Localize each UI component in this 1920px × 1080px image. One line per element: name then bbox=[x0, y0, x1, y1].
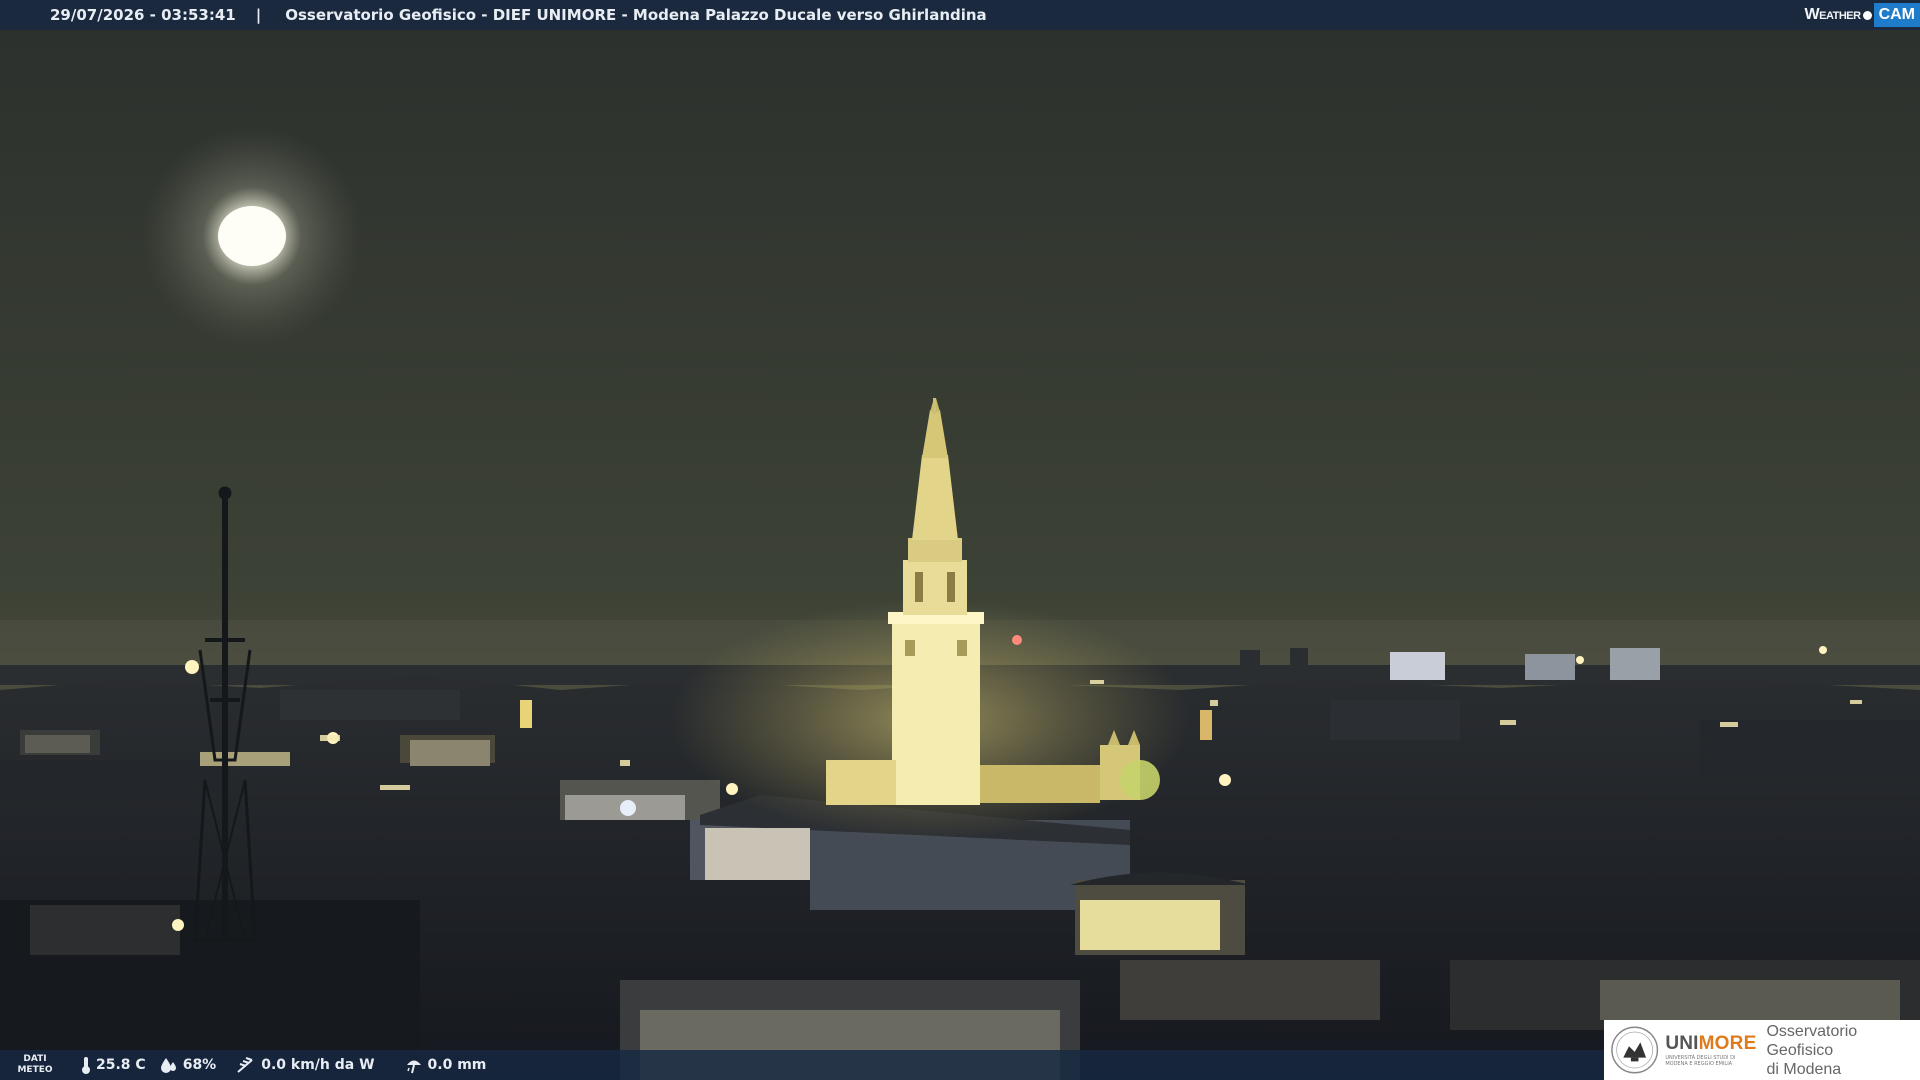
wind-reading: 0.0 km/h da W bbox=[236, 1056, 375, 1074]
humidity-value: 68% bbox=[182, 1057, 217, 1073]
observatory-line2: di Modena bbox=[1766, 1060, 1842, 1078]
temperature-reading: 25.8 C bbox=[81, 1056, 146, 1074]
humidity-drop-icon bbox=[160, 1058, 176, 1073]
observatory-name: Osservatorio Geofisico di Modena bbox=[1766, 1022, 1920, 1079]
dati-meteo-line2: METEO bbox=[17, 1065, 53, 1075]
weathercam-logo-weather: Weather bbox=[1804, 6, 1862, 23]
observatory-line1: Osservatorio Geofisico bbox=[1766, 1022, 1858, 1059]
weathercam-logo: Weather CAM bbox=[1805, 3, 1920, 27]
moon bbox=[142, 126, 362, 346]
dati-meteo-line1: DATI bbox=[23, 1054, 47, 1064]
webcam-scene bbox=[0, 0, 1920, 1080]
unimore-name-block: UNIMORE UNIVERSITÀ DEGLI STUDI DI MODENA… bbox=[1665, 1033, 1756, 1067]
humidity-reading: 68% bbox=[160, 1056, 217, 1074]
dati-meteo-label: DATI METEO bbox=[17, 1050, 53, 1080]
webcam-title: Osservatorio Geofisico - DIEF UNIMORE - … bbox=[285, 6, 987, 24]
temperature-value: 25.8 C bbox=[96, 1057, 146, 1073]
title-separator: | bbox=[255, 6, 262, 24]
unimore-seal-icon bbox=[1611, 1026, 1659, 1074]
unimore-name: UNIMORE bbox=[1665, 1033, 1756, 1055]
weathercam-logo-cam: CAM bbox=[1873, 3, 1920, 27]
unimore-logo-box: UNIMORE UNIVERSITÀ DEGLI STUDI DI MODENA… bbox=[1604, 1020, 1920, 1080]
wind-value: 0.0 km/h da W bbox=[261, 1057, 375, 1073]
weather-data-bar: DATI METEO 25.8 C 68% 0.0 km/h da W 0.0 bbox=[0, 1050, 1604, 1080]
unimore-name-part2: MORE bbox=[1698, 1033, 1757, 1054]
unimore-name-part1: UNI bbox=[1665, 1033, 1699, 1054]
rain-umbrella-icon bbox=[406, 1060, 421, 1074]
thermometer-icon bbox=[82, 1057, 90, 1074]
unimore-sub-line2: MODENA E REGGIO EMILIA bbox=[1665, 1061, 1733, 1067]
rain-reading: 0.0 mm bbox=[405, 1056, 487, 1074]
top-info-bar: 29/07/2026 - 03:53:41 | Osservatorio Geo… bbox=[0, 0, 1920, 30]
weathercam-dot-icon bbox=[1862, 10, 1872, 20]
wind-icon bbox=[237, 1057, 253, 1073]
rain-value: 0.0 mm bbox=[427, 1057, 487, 1073]
capture-datetime: 29/07/2026 - 03:53:41 bbox=[50, 6, 236, 24]
